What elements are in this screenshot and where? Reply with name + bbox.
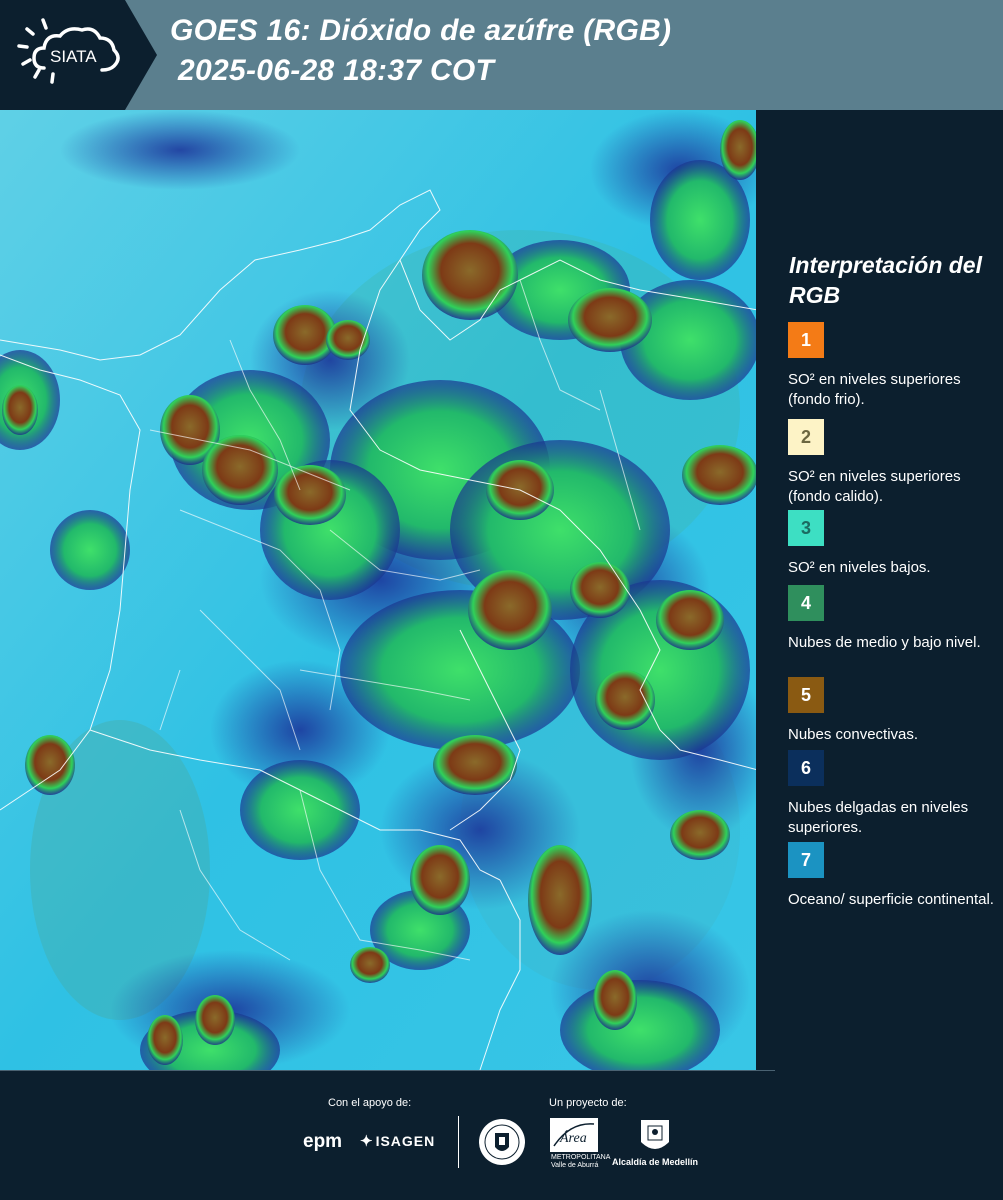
page-title: GOES 16: Dióxido de azúfre (RGB) — [170, 14, 672, 47]
legend-label-3: SO² en niveles bajos. — [788, 559, 931, 576]
legend-number-6: 6 — [800, 757, 811, 778]
medellin-university-seal-icon — [477, 1117, 527, 1172]
legend-item-6: 6 Nubes delgadas en niveles superiores. — [788, 750, 998, 838]
amva-caption: METROPOLITANA Valle de Aburrá — [551, 1154, 611, 1169]
legend-item-4: 4 Nubes de medio y bajo nivel. — [788, 585, 998, 653]
legend-item-1: 1 SO² en niveles superiores (fondo frio)… — [788, 322, 998, 410]
legend-swatch-4: 4 — [788, 585, 824, 621]
legend-number-2: 2 — [800, 426, 811, 447]
amva-logo-text: Área — [559, 1129, 587, 1146]
legend-number-7: 7 — [800, 849, 811, 870]
alcaldia-medellin-crest-icon — [638, 1118, 672, 1161]
legend-number-5: 5 — [800, 684, 811, 705]
legend-swatch-7: 7 — [788, 842, 824, 878]
legend-label-1: SO² en niveles superiores (fondo frio). — [788, 371, 961, 408]
support-label: Con el apoyo de: — [328, 1097, 412, 1109]
legend-item-2: 2 SO² en niveles superiores (fondo calid… — [788, 419, 998, 507]
legend-label-4: Nubes de medio y bajo nivel. — [788, 634, 981, 651]
legend-swatch-2: 2 — [788, 419, 824, 455]
satellite-map — [0, 110, 758, 1070]
epm-logo: epm — [303, 1131, 343, 1152]
legend-number-3: 3 — [800, 517, 811, 538]
legend-title: Interpretación del RGB — [789, 252, 982, 308]
legend-label-6: Nubes delgadas en niveles superiores. — [788, 799, 969, 836]
isagen-star-icon: ✦ — [360, 1133, 374, 1150]
legend-number-1: 1 — [800, 329, 811, 350]
legend-panel: Interpretación del RGB 1 SO² en niveles … — [758, 110, 1003, 1070]
footer: Con el apoyo de: Un proyecto de: epm ✦ IS… — [0, 1070, 1003, 1200]
footer-vertical-divider — [458, 1116, 459, 1168]
page-datetime: 2025-06-28 18:37 COT — [178, 54, 495, 87]
footer-divider — [0, 1070, 775, 1071]
legend-item-7: 7 Oceano/ superficie continental. — [788, 842, 998, 910]
legend-label-2: SO² en niveles superiores (fondo calido)… — [788, 468, 961, 505]
project-label: Un proyecto de: — [549, 1097, 627, 1109]
isagen-logo-text: ISAGEN — [375, 1133, 436, 1149]
legend-swatch-5: 5 — [788, 677, 824, 713]
siata-logo: SIATA — [0, 0, 160, 110]
legend-item-5: 5 Nubes convectivas. — [788, 677, 998, 745]
area-metropolitana-logo: Área — [550, 1118, 600, 1159]
isagen-logo: ✦ ISAGEN — [360, 1132, 435, 1150]
header-bar: SIATA GOES 16: Dióxido de azúfre (RGB) 2… — [0, 0, 1003, 110]
siata-logo-text: SIATA — [50, 47, 97, 66]
legend-label-7: Oceano/ superficie continental. — [788, 891, 994, 908]
medellin-caption: Alcaldía de Medellín — [612, 1157, 699, 1167]
legend-swatch-3: 3 — [788, 510, 824, 546]
legend-item-3: 3 SO² en niveles bajos. — [788, 510, 998, 578]
legend-swatch-6: 6 — [788, 750, 824, 786]
legend-swatch-1: 1 — [788, 322, 824, 358]
legend-label-5: Nubes convectivas. — [788, 726, 919, 743]
legend-number-4: 4 — [800, 592, 811, 613]
